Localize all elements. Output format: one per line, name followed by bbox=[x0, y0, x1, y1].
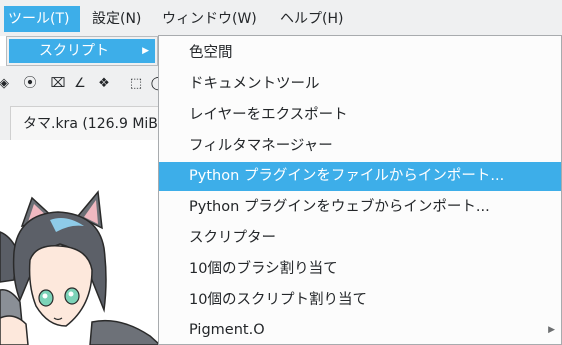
assistant-tool-icon[interactable]: ⦿ bbox=[20, 74, 40, 94]
menu-tools[interactable]: ツール(T) bbox=[4, 6, 80, 32]
menu-item-filter-manager[interactable]: フィルタマネージャー bbox=[159, 132, 561, 161]
menu-item-scripts[interactable]: スクリプト ▶ bbox=[9, 39, 155, 63]
menu-item-import-python-from-web[interactable]: Python プラグインをウェブからインポート... bbox=[159, 193, 561, 222]
tools-menu: スクリプト ▶ bbox=[6, 36, 158, 66]
menu-settings[interactable]: 設定(N) bbox=[88, 6, 152, 32]
submenu-arrow-icon: ▶ bbox=[142, 46, 149, 56]
menu-item-ten-scripts[interactable]: 10個のスクリプト割り当て bbox=[159, 286, 561, 315]
menu-item-color-space[interactable]: 色空間 bbox=[159, 39, 561, 68]
submenu-arrow-icon: ▶ bbox=[548, 325, 555, 335]
reference-tool-icon[interactable]: ❖ bbox=[94, 74, 114, 94]
document-tab-title: タマ.kra (126.9 MiB bbox=[23, 116, 158, 132]
fill-tool-icon[interactable]: ◈ bbox=[0, 74, 14, 94]
document-tabbar: タマ.kra (126.9 MiB bbox=[0, 102, 170, 140]
rect-select-tool-icon[interactable]: ⬚ bbox=[126, 74, 146, 94]
menu-help[interactable]: ヘルプ(H) bbox=[276, 6, 352, 32]
menu-item-ten-brushes[interactable]: 10個のブラシ割り当て bbox=[159, 255, 561, 284]
menu-item-scripts-label: スクリプト bbox=[39, 43, 109, 59]
measure-tool-icon[interactable]: ∠ bbox=[70, 74, 90, 94]
menu-item-pigment-o[interactable]: Pigment.O ▶ bbox=[159, 316, 561, 345]
menubar: ツール(T) 設定(N) ウィンドウ(W) ヘルプ(H) bbox=[0, 0, 562, 36]
scripts-menu: 色空間 ドキュメントツール レイヤーをエクスポート フィルタマネージャー Pyt… bbox=[158, 35, 562, 345]
menu-window[interactable]: ウィンドウ(W) bbox=[158, 6, 270, 32]
menu-item-pigment-o-label: Pigment.O bbox=[189, 322, 265, 338]
menu-item-import-python-from-file[interactable]: Python プラグインをファイルからインポート... bbox=[159, 162, 561, 191]
toolbox: ◈ ⦿ ⌧ ∠ ❖ ⬚ ◯ bbox=[0, 66, 165, 102]
character-illustration bbox=[0, 190, 160, 345]
transform-tool-icon[interactable]: ⌧ bbox=[48, 74, 68, 94]
document-tab[interactable]: タマ.kra (126.9 MiB bbox=[10, 106, 170, 140]
canvas[interactable] bbox=[0, 140, 160, 345]
menu-item-export-layers[interactable]: レイヤーをエクスポート bbox=[159, 101, 561, 130]
menu-item-scripter[interactable]: スクリプター bbox=[159, 224, 561, 253]
menu-item-document-tools[interactable]: ドキュメントツール bbox=[159, 70, 561, 99]
